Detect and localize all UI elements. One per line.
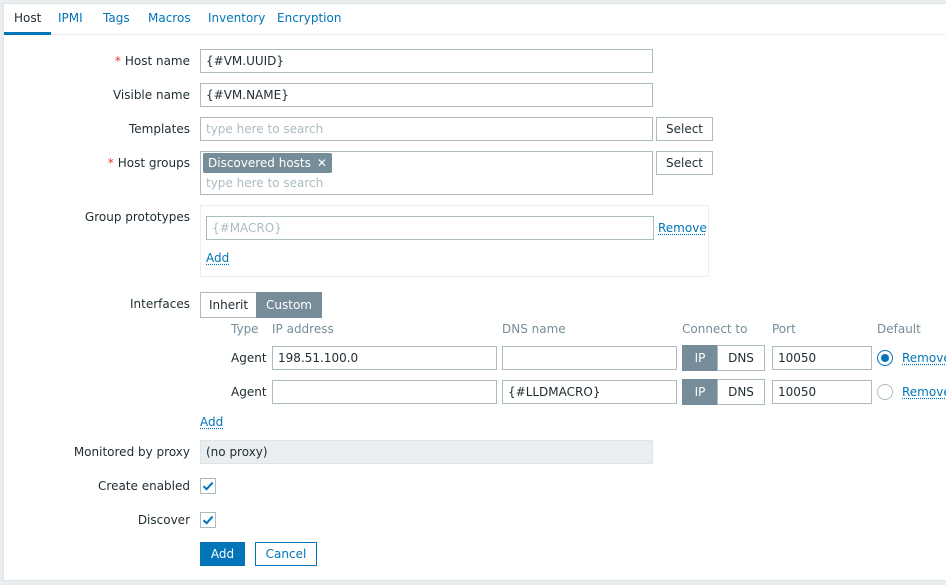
cancel-button[interactable]: Cancel bbox=[255, 542, 317, 566]
column-header-default: Default bbox=[877, 322, 921, 336]
discover-checkbox[interactable] bbox=[200, 512, 216, 528]
check-icon bbox=[202, 515, 214, 525]
tab-ipmi[interactable]: IPMI bbox=[48, 4, 93, 35]
column-header-ip-address: IP address bbox=[272, 322, 334, 336]
column-header-port: Port bbox=[772, 322, 796, 336]
tab-macros[interactable]: Macros bbox=[138, 4, 201, 35]
tab-tags[interactable]: Tags bbox=[93, 4, 140, 35]
tab-encryption[interactable]: Encryption bbox=[267, 4, 351, 35]
interface-add-link[interactable]: Add bbox=[200, 415, 223, 429]
interface-port-input[interactable]: 10050 bbox=[772, 346, 872, 370]
tab-host[interactable]: Host bbox=[4, 4, 52, 35]
host-groups-select-button[interactable]: Select bbox=[656, 151, 713, 175]
host-prototype-form: Host IPMI Tags Macros Inventory Encrypti… bbox=[3, 3, 946, 581]
interface-ip-input[interactable] bbox=[272, 380, 497, 404]
group-prototype-input[interactable]: {#MACRO} bbox=[206, 216, 654, 240]
column-header-connect-to: Connect to bbox=[682, 322, 748, 336]
interface-ip-input[interactable]: 198.51.100.0 bbox=[272, 346, 497, 370]
default-interface-radio[interactable] bbox=[877, 350, 893, 366]
required-marker: * bbox=[107, 156, 114, 170]
templates-select-button[interactable]: Select bbox=[656, 117, 713, 141]
host-group-chip: Discovered hosts ✕ bbox=[203, 153, 332, 173]
interface-dns-input[interactable]: {#LLDMACRO} bbox=[502, 380, 677, 404]
interface-remove-link[interactable]: Remove bbox=[902, 385, 946, 399]
interface-port-input[interactable]: 10050 bbox=[772, 380, 872, 404]
group-prototype-remove-link[interactable]: Remove bbox=[658, 221, 707, 235]
default-interface-radio[interactable] bbox=[877, 384, 893, 400]
connect-to-dns-toggle[interactable]: DNS bbox=[717, 379, 765, 405]
connect-to-dns-toggle[interactable]: DNS bbox=[717, 345, 765, 371]
connect-to-ip-toggle[interactable]: IP bbox=[682, 345, 718, 371]
connect-to-ip-toggle[interactable]: IP bbox=[682, 379, 718, 405]
interface-dns-input[interactable] bbox=[502, 346, 677, 370]
check-icon bbox=[202, 481, 214, 491]
visible-name-input[interactable]: {#VM.NAME} bbox=[200, 83, 653, 107]
add-button[interactable]: Add bbox=[200, 542, 245, 566]
host-name-label: * Host name bbox=[114, 54, 190, 68]
interfaces-label: Interfaces bbox=[130, 297, 190, 311]
interfaces-inherit-toggle[interactable]: Inherit bbox=[200, 292, 257, 318]
column-header-dns-name: DNS name bbox=[502, 322, 566, 336]
proxy-select: (no proxy) bbox=[200, 440, 653, 464]
create-enabled-checkbox[interactable] bbox=[200, 478, 216, 494]
group-prototypes-label: Group prototypes bbox=[84, 210, 190, 224]
create-enabled-label: Create enabled bbox=[98, 479, 190, 493]
monitored-by-proxy-label: Monitored by proxy bbox=[73, 445, 190, 459]
tab-inventory[interactable]: Inventory bbox=[198, 4, 275, 35]
tab-bar: Host IPMI Tags Macros Inventory Encrypti… bbox=[4, 4, 946, 35]
host-name-input[interactable]: {#VM.UUID} bbox=[200, 49, 653, 73]
templates-search-input[interactable]: type here to search bbox=[200, 117, 653, 141]
visible-name-label: Visible name bbox=[112, 88, 190, 102]
interface-remove-link[interactable]: Remove bbox=[902, 351, 946, 365]
interface-type: Agent bbox=[231, 351, 267, 365]
host-groups-search-placeholder[interactable]: type here to search bbox=[206, 176, 323, 190]
group-prototype-add-link[interactable]: Add bbox=[206, 251, 229, 265]
interface-type: Agent bbox=[231, 385, 267, 399]
templates-label: Templates bbox=[128, 122, 190, 136]
discover-label: Discover bbox=[137, 513, 190, 527]
column-header-type: Type bbox=[231, 322, 259, 336]
chip-remove-icon[interactable]: ✕ bbox=[317, 156, 327, 170]
required-marker: * bbox=[114, 54, 121, 68]
interfaces-custom-toggle[interactable]: Custom bbox=[256, 292, 322, 318]
host-groups-label: * Host groups bbox=[107, 156, 190, 170]
